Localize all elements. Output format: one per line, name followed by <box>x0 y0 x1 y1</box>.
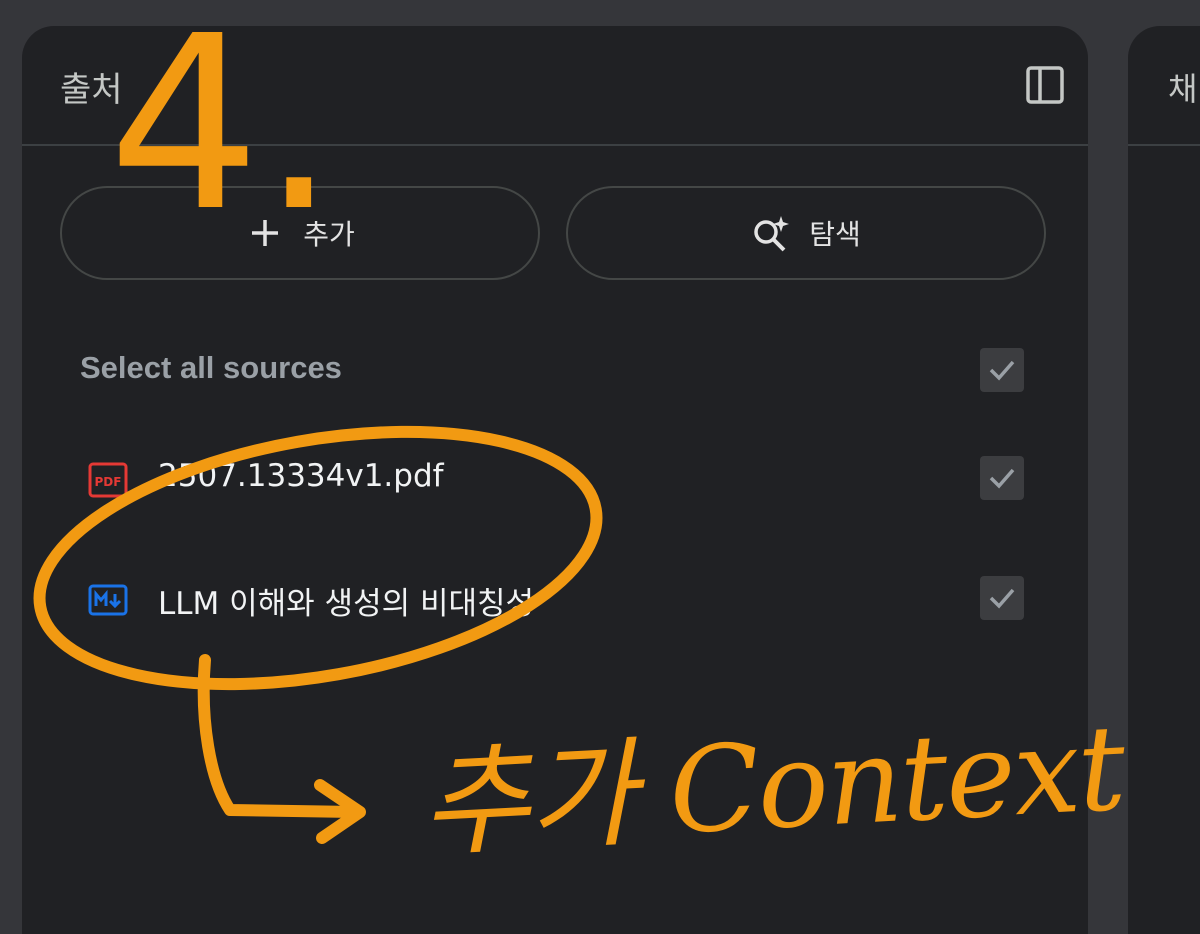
select-all-row[interactable]: Select all sources <box>80 342 1024 402</box>
chat-panel-divider <box>1128 144 1200 146</box>
svg-text:PDF: PDF <box>95 475 122 489</box>
explore-sources-button[interactable]: 탐색 <box>566 186 1046 280</box>
source-name: 2507.13334v1.pdf <box>158 458 444 494</box>
chat-panel: 채 <box>1128 26 1200 934</box>
check-icon <box>989 468 1015 489</box>
check-icon <box>989 360 1015 381</box>
chat-panel-title: 채 <box>1168 70 1198 108</box>
select-all-checkbox[interactable] <box>980 348 1024 392</box>
app-window: 출처 추가 탐색 Select all sources PDF 2507.133… <box>0 0 1200 934</box>
source-item[interactable]: LLM 이해와 생성의 비대칭성 <box>80 570 1024 630</box>
source-item[interactable]: PDF 2507.13334v1.pdf <box>80 450 1024 510</box>
sparkle-search-icon <box>751 213 791 253</box>
source-name: LLM 이해와 생성의 비대칭성 <box>158 586 535 622</box>
markdown-icon <box>88 580 128 620</box>
collapse-panel-icon[interactable] <box>1026 66 1064 104</box>
source-checkbox[interactable] <box>980 576 1024 620</box>
pdf-icon: PDF <box>88 460 128 500</box>
explore-sources-label: 탐색 <box>809 218 861 251</box>
select-all-label: Select all sources <box>80 350 342 385</box>
source-checkbox[interactable] <box>980 456 1024 500</box>
annotation-number: 4. <box>108 0 337 264</box>
check-icon <box>989 588 1015 609</box>
